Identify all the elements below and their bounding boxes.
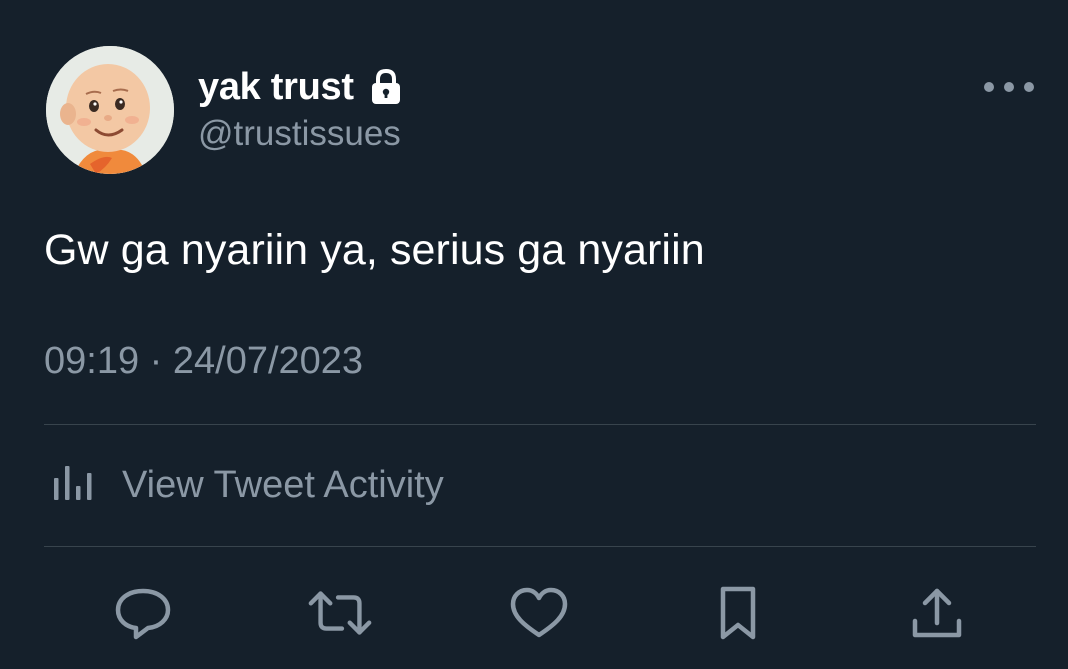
avatar[interactable] — [46, 46, 174, 174]
more-options-button[interactable] — [980, 72, 1040, 102]
tweet-time[interactable]: 09:19 — [44, 340, 139, 382]
view-tweet-activity-button[interactable]: View Tweet Activity — [44, 450, 444, 520]
display-name[interactable]: yak trust — [198, 66, 354, 109]
share-button[interactable] — [902, 578, 972, 648]
divider — [44, 546, 1036, 547]
bookmark-icon — [720, 586, 756, 640]
heart-icon — [510, 587, 568, 638]
tweet-detail: yak trust @trustissues Gw ga nyariin ya,… — [0, 0, 1068, 669]
divider — [44, 424, 1036, 425]
action-bar — [0, 578, 1068, 658]
tweet-text: Gw ga nyariin ya, serius ga nyariin — [44, 226, 705, 274]
retweet-button[interactable] — [305, 578, 375, 648]
more-horizontal-icon — [984, 82, 1034, 92]
tweet-date[interactable]: 24/07/2023 — [173, 340, 363, 382]
cartoon-boy-avatar-image — [46, 46, 174, 174]
lock-icon — [370, 68, 402, 106]
reply-button[interactable] — [108, 578, 178, 648]
display-name-row: yak trust — [198, 62, 402, 112]
share-icon — [912, 588, 962, 638]
like-button[interactable] — [504, 578, 574, 648]
view-tweet-activity-label: View Tweet Activity — [122, 463, 444, 506]
reply-icon — [115, 588, 171, 640]
tweet-timestamp: 09:19 · 24/07/2023 — [44, 340, 363, 383]
retweet-icon — [308, 591, 372, 635]
meta-separator: · — [149, 340, 163, 382]
bar-chart-icon — [44, 460, 104, 510]
bookmark-button[interactable] — [703, 578, 773, 648]
user-handle[interactable]: @trustissues — [198, 114, 401, 154]
